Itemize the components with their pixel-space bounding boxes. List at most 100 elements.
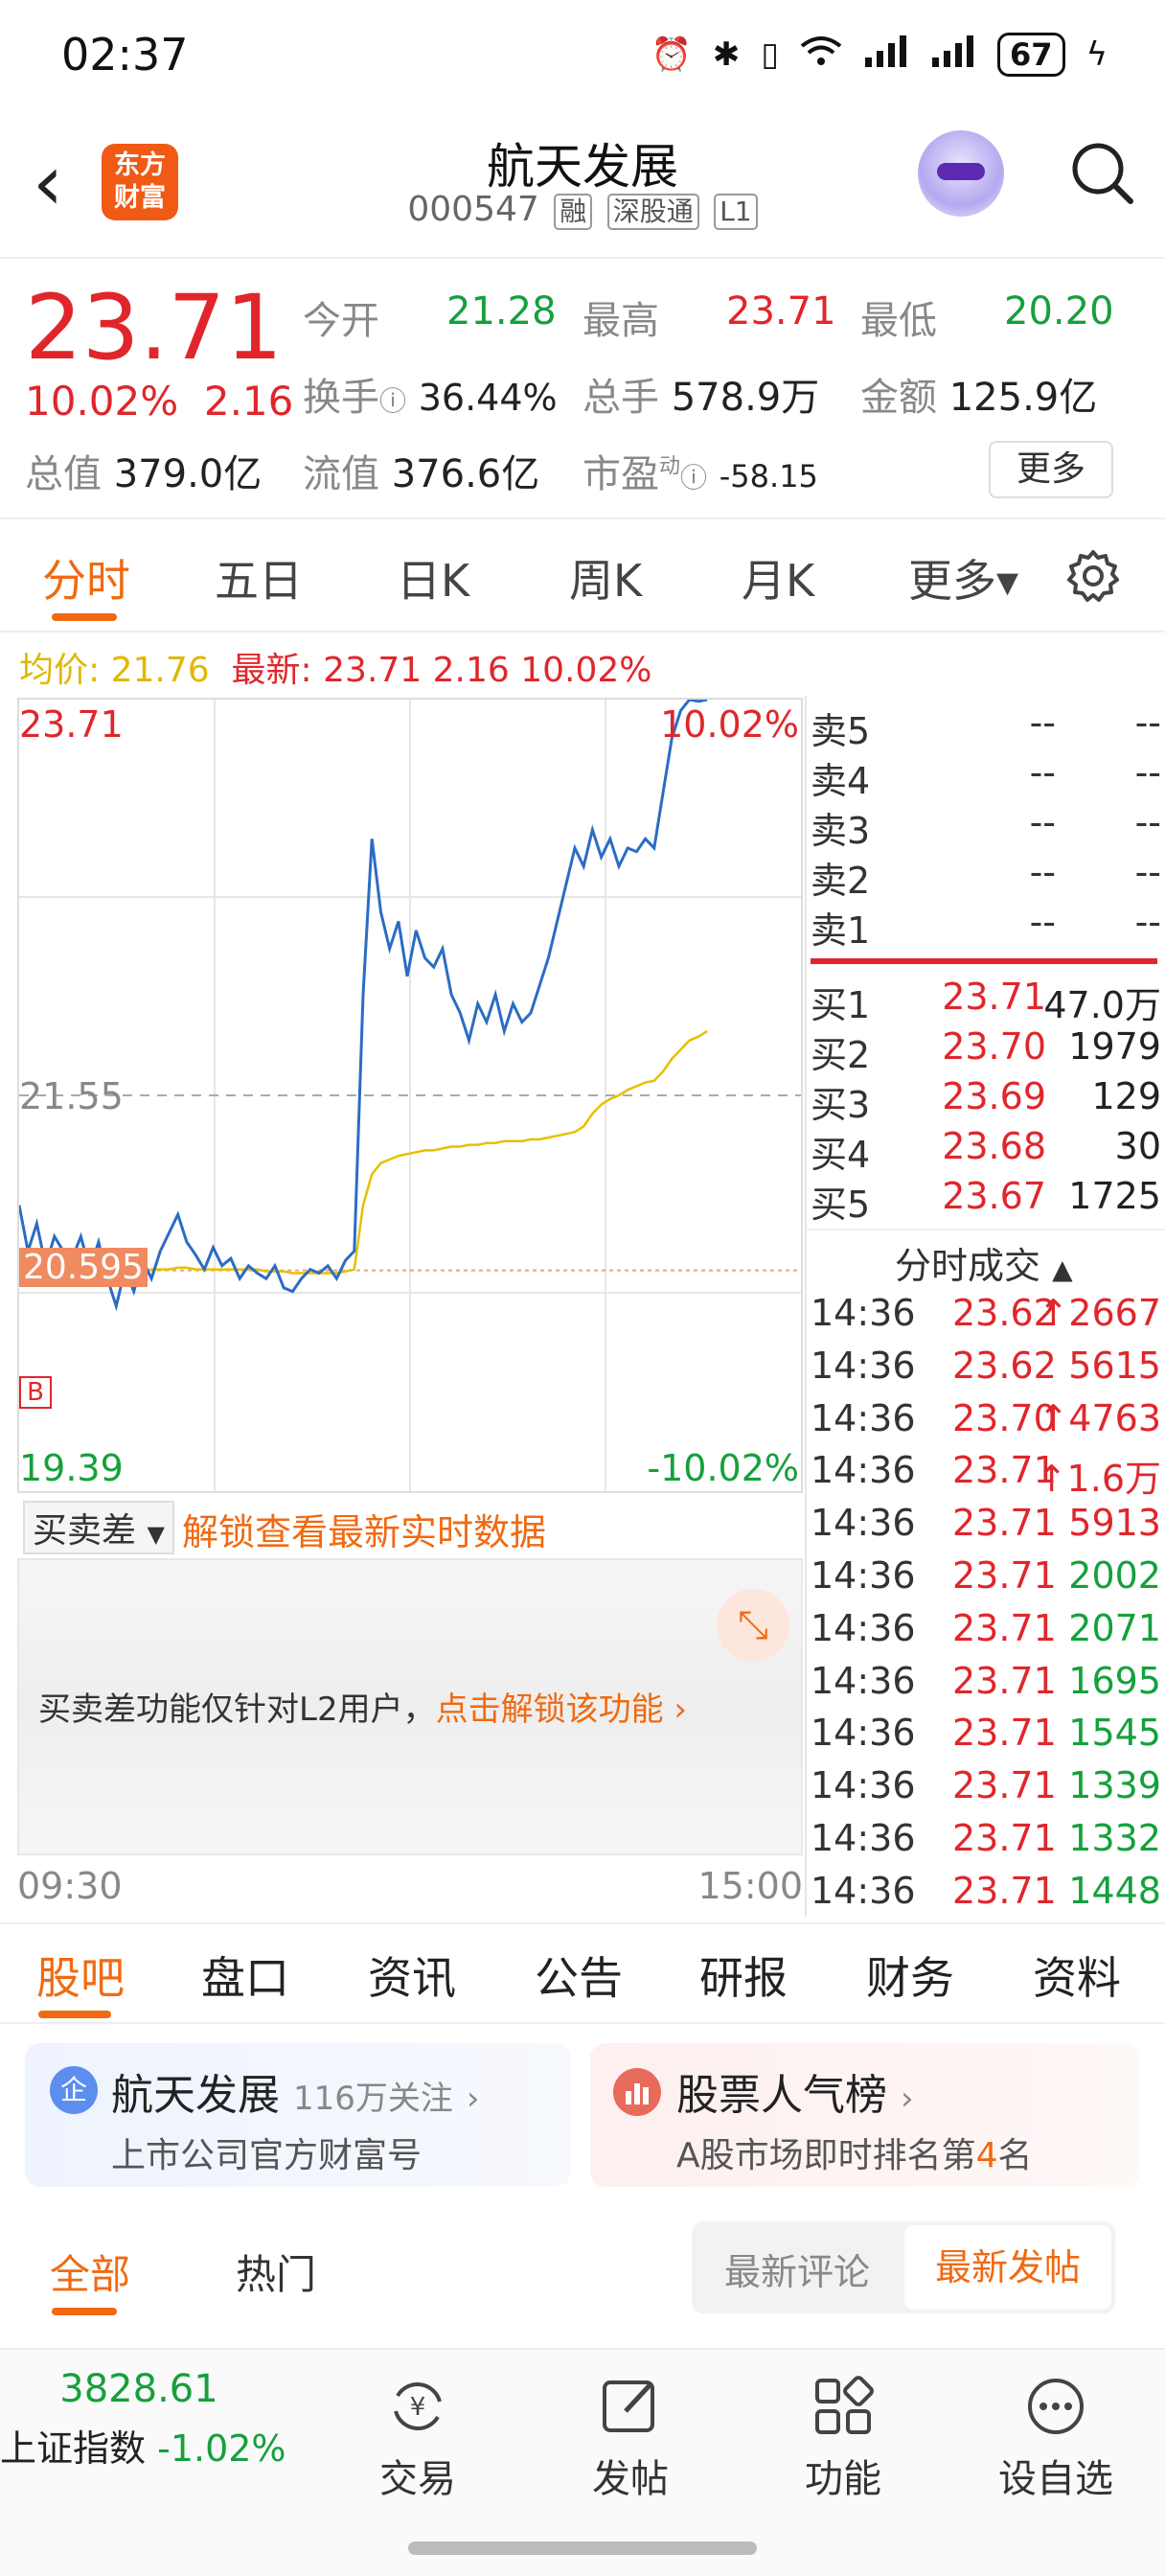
tab-weekly[interactable]: 周K <box>569 546 642 610</box>
bid-label: 买1 <box>811 984 871 1026</box>
bid-row: 买2 23.70 1979 <box>811 1025 1161 1076</box>
tab-monthly[interactable]: 月K <box>742 546 814 610</box>
tab-forum[interactable]: 股吧 <box>36 1944 125 2007</box>
sort-latest-post[interactable]: 最新发帖 <box>904 2225 1111 2310</box>
wifi-icon <box>800 34 842 76</box>
trade-icon: ¥ <box>394 2382 442 2430</box>
bid-label: 买4 <box>811 1134 871 1176</box>
trade-row: 14:36 23.71 1339 <box>811 1764 1161 1814</box>
trade-volume: 2002 <box>1068 1554 1161 1597</box>
tag-connect: 深股通 <box>606 194 699 230</box>
trade-price: 23.71 <box>952 1817 1057 1859</box>
tab-daily[interactable]: 日K <box>397 546 469 610</box>
tab-more[interactable]: 更多▾ <box>908 546 1018 610</box>
buy-sell-diff-panel: 买卖差 ▼ 解锁查看最新实时数据 ⤡ 买卖差功能仅针对L2用户，点击解锁该功能 … <box>17 1495 803 1878</box>
popularity-card[interactable]: 股票人气榜 › A股市场即时排名第4名 <box>590 2043 1140 2187</box>
trade-row: 14:36 23.71 2002 <box>811 1554 1161 1604</box>
y-axis-top: 23.71 <box>19 703 124 746</box>
trade-row: 14:36 23.71 5913 <box>811 1502 1161 1552</box>
trade-volume: ↑2667 <box>1038 1292 1161 1334</box>
nav-add-watchlist[interactable]: 设自选 <box>979 2373 1132 2503</box>
ask-price: -- <box>1029 751 1056 794</box>
turnover-item[interactable]: 换手ⓘ 36.44% <box>303 366 558 422</box>
unlock-link[interactable]: 解锁查看最新实时数据 <box>182 1503 546 1555</box>
trade-price: 23.71 <box>952 1764 1057 1807</box>
bid-label: 买5 <box>811 1184 871 1226</box>
settings-icon[interactable] <box>1065 548 1121 604</box>
trade-price: 23.71 <box>952 1554 1057 1597</box>
signal-icon <box>863 34 909 76</box>
ask-label: 卖1 <box>811 909 871 952</box>
trade-volume: 1545 <box>1068 1712 1161 1755</box>
filter-all[interactable]: 全部 <box>50 2242 130 2301</box>
buy-marker[interactable]: B <box>19 1376 52 1409</box>
order-book: 卖5 -- -- 卖4 -- -- 卖3 -- -- 卖2 -- -- 卖1 -- -- 买1 23.71 47… <box>807 696 1165 1915</box>
more-button[interactable]: 更多 <box>989 441 1113 498</box>
home-indicator[interactable] <box>408 2542 757 2555</box>
trade-row: 14:36 23.62 5615 <box>811 1345 1161 1394</box>
tab-news[interactable]: 资讯 <box>368 1944 456 2007</box>
ask-label: 卖2 <box>811 860 871 902</box>
ask-label: 卖5 <box>811 710 871 752</box>
index-ticker[interactable]: 3828.61 上证指数 -1.02% <box>0 2367 286 2472</box>
filter-hot[interactable]: 热门 <box>236 2242 316 2301</box>
trades-title[interactable]: 分时成交 ▲ <box>895 1236 1073 1289</box>
triangle-up-icon: ▲ <box>1052 1254 1073 1285</box>
ask-label: 卖3 <box>811 810 871 852</box>
tab-market-depth[interactable]: 盘口 <box>201 1944 289 2007</box>
ask-volume: -- <box>1134 801 1161 843</box>
tab-research[interactable]: 研报 <box>699 1944 788 2007</box>
ask-volume: -- <box>1134 702 1161 744</box>
tab-five-day[interactable]: 五日 <box>215 546 303 610</box>
trade-time: 14:36 <box>811 1292 916 1334</box>
ask-bid-divider <box>811 958 1157 964</box>
pe-item[interactable]: 市盈动ⓘ -58.15 <box>582 443 818 498</box>
chart-bar-icon <box>613 2068 661 2116</box>
chart-grid <box>19 700 801 1491</box>
indicator-selector[interactable]: 买卖差 ▼ <box>23 1501 174 1554</box>
amount-item: 金额 125.9亿 <box>860 376 1098 420</box>
tab-indicator <box>52 613 117 621</box>
tab-finance[interactable]: 财务 <box>866 1944 954 2007</box>
trade-volume: 5913 <box>1068 1502 1161 1545</box>
assistant-avatar[interactable] <box>918 130 1004 217</box>
trade-row: 14:36 23.71 ↑1.6万 <box>811 1449 1161 1500</box>
trade-time: 14:36 <box>811 1764 916 1807</box>
trade-time: 14:36 <box>811 1554 916 1597</box>
bid-row: 买3 23.69 129 <box>811 1075 1161 1126</box>
trade-time: 14:36 <box>811 1449 916 1492</box>
chevron-right-icon: › <box>466 2080 480 2118</box>
trade-price: 23.71 <box>952 1869 1057 1912</box>
popularity-title: 股票人气榜 <box>676 2071 887 2120</box>
bid-price: 23.68 <box>942 1125 1046 1167</box>
locked-area: ⤡ 买卖差功能仅针对L2用户，点击解锁该功能 › <box>17 1558 803 1855</box>
stock-header: ‹ 东方 财富 航天发展 000547 融 深股通 L1 <box>0 105 1165 259</box>
intraday-chart[interactable]: 23.71 21.55 19.39 10.02% -10.02% 20.595 … <box>17 698 803 1493</box>
nav-trade[interactable]: ¥ 交易 <box>341 2373 494 2503</box>
time-axis: 09:30 15:00 <box>17 1865 803 1907</box>
tag-level: L1 <box>714 194 758 230</box>
bid-row: 买4 23.68 30 <box>811 1125 1161 1176</box>
company-card[interactable]: 企 航天发展 116万关注 › 上市公司官方财富号 <box>25 2043 571 2187</box>
time-end: 15:00 <box>697 1865 803 1907</box>
tab-announcements[interactable]: 公告 <box>535 1944 623 2007</box>
info-icon: ⓘ <box>680 462 708 494</box>
tab-profile[interactable]: 资料 <box>1033 1944 1121 2007</box>
tab-indicator <box>38 2011 111 2018</box>
sort-latest-comment[interactable]: 最新评论 <box>724 2242 870 2295</box>
ask-volume: -- <box>1134 901 1161 943</box>
ask-row: 卖5 -- -- <box>811 702 1161 752</box>
float-mv-item: 流值 376.6亿 <box>303 452 540 496</box>
index-name: 上证指数 <box>0 2427 147 2470</box>
index-change: -1.02% <box>157 2427 286 2470</box>
nav-post[interactable]: 发帖 <box>554 2373 707 2503</box>
svg-text:¥: ¥ <box>410 2393 426 2422</box>
bid-volume: 129 <box>1091 1075 1161 1117</box>
nav-functions[interactable]: 功能 <box>766 2373 920 2503</box>
trade-volume: ↑4763 <box>1038 1396 1161 1439</box>
trade-volume: 1695 <box>1068 1659 1161 1702</box>
unlock-feature-link[interactable]: 点击解锁该功能 › <box>436 1690 687 1729</box>
expand-icon[interactable]: ⤡ <box>717 1589 789 1662</box>
tab-intraday[interactable]: 分时 <box>42 546 130 610</box>
search-icon[interactable] <box>1067 138 1136 207</box>
